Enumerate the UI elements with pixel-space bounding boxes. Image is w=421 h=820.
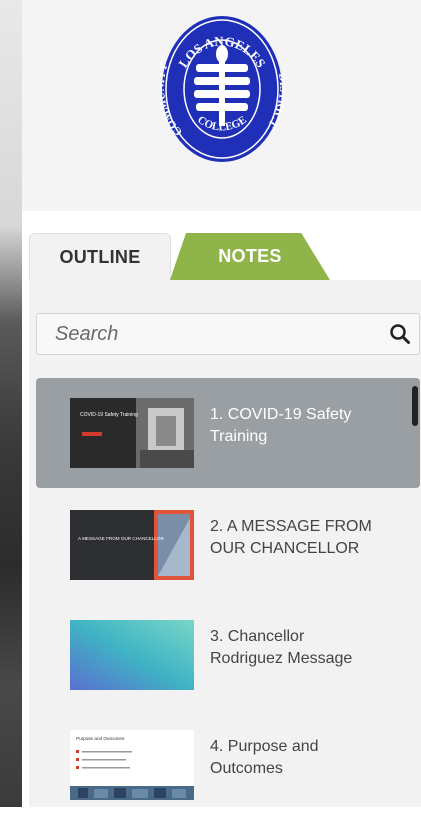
tab-outline-label: OUTLINE: [59, 247, 141, 267]
tab-notes-label: NOTES: [218, 246, 282, 266]
slide-thumbnail-4-text: Purpose and Outcomes: [76, 736, 125, 741]
outline-content: Search COVID-19 Safety Training 1. COVID…: [29, 280, 421, 807]
slide-title-1-line1: 1. COVID-19 Safety: [210, 406, 352, 423]
tab-outline[interactable]: OUTLINE: [29, 233, 171, 281]
slide-item-3[interactable]: 3. Chancellor Rodriguez Message: [36, 600, 420, 710]
search-input[interactable]: Search: [55, 323, 389, 346]
slide-item-1[interactable]: COVID-19 Safety Training 1. COVID-19 Saf…: [36, 378, 420, 488]
logo-area: LOS ANGELES COMMUNITY DISTRICT COLLEGE: [22, 0, 421, 211]
scrollbar-thumb[interactable]: [412, 386, 418, 426]
slide-title-3: 3. Chancellor Rodriguez Message: [210, 626, 410, 670]
lacc-district-logo: LOS ANGELES COMMUNITY DISTRICT COLLEGE: [160, 16, 284, 162]
slide-title-4-line2: Outcomes: [210, 760, 283, 777]
sidebar-panel: LOS ANGELES COMMUNITY DISTRICT COLLEGE: [22, 0, 421, 807]
slide-title-3-line2: Rodriguez Message: [210, 650, 353, 667]
slide-title-1: 1. COVID-19 Safety Training: [210, 404, 410, 448]
slide-title-2-line2: OUR CHANCELLOR: [210, 540, 360, 557]
slide-thumbnail-3: [70, 620, 194, 690]
slide-item-4[interactable]: Purpose and Outcomes 4. Purpose and Outc…: [36, 710, 420, 820]
search-box[interactable]: Search: [36, 313, 420, 355]
tab-notes[interactable]: NOTES: [170, 233, 330, 280]
slide-thumbnail-1-text: COVID-19 Safety Training: [80, 412, 138, 418]
slide-title-4-line1: 4. Purpose and: [210, 738, 319, 755]
slide-thumbnail-2-text: A MESSAGE FROM OUR CHANCELLOR: [78, 536, 164, 541]
slide-title-2: 2. A MESSAGE FROM OUR CHANCELLOR: [210, 516, 410, 560]
panel-tabs: OUTLINE NOTES: [22, 225, 421, 281]
slide-thumbnail-4: Purpose and Outcomes: [70, 730, 194, 800]
slide-title-1-line2: Training: [210, 428, 268, 445]
slide-item-2[interactable]: A MESSAGE FROM OUR CHANCELLOR 2. A MESSA…: [36, 490, 420, 600]
background-video-strip: [0, 0, 22, 807]
slide-title-4: 4. Purpose and Outcomes: [210, 736, 410, 780]
slide-title-2-line1: 2. A MESSAGE FROM: [210, 518, 372, 535]
slide-thumbnail-2: A MESSAGE FROM OUR CHANCELLOR: [70, 510, 194, 580]
slide-title-3-line1: 3. Chancellor: [210, 628, 305, 645]
slide-thumbnail-1: COVID-19 Safety Training: [70, 398, 194, 468]
search-icon[interactable]: [389, 323, 411, 345]
